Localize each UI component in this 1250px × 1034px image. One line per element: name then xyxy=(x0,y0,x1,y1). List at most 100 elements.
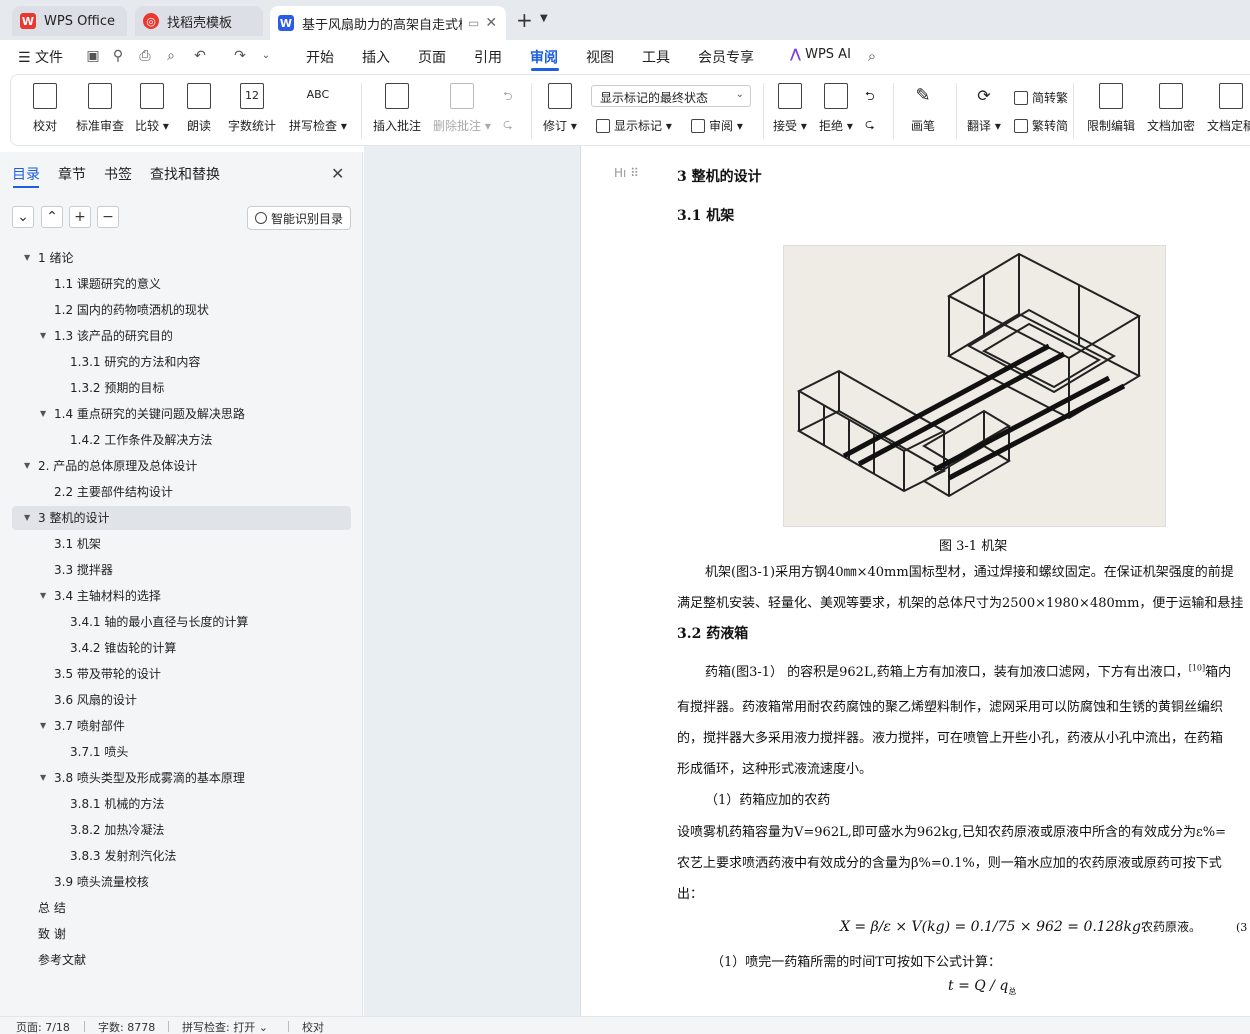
toc-item[interactable]: 致 谢 xyxy=(0,922,363,946)
pen-button[interactable]: ✎ 画笔 xyxy=(911,83,935,134)
toc-item[interactable]: 3.8.1 机械的方法 xyxy=(0,792,363,816)
tab-wps-office[interactable]: W WPS Office xyxy=(12,6,127,36)
track-changes-button[interactable]: 修订 ▾ xyxy=(543,83,577,134)
menu-start[interactable]: 开始 xyxy=(306,47,334,67)
translate-button[interactable]: ⟳ 翻译 ▾ xyxy=(967,83,1001,134)
nav-tab-toc[interactable]: 目录 xyxy=(12,164,40,184)
toc-item[interactable]: 3.4.1 轴的最小直径与长度的计算 xyxy=(0,610,363,634)
nav-tab-find-replace[interactable]: 查找和替换 xyxy=(150,164,220,184)
search-icon[interactable]: ⌕ xyxy=(864,48,880,64)
finalize-button[interactable]: 文档定稿 xyxy=(1207,83,1250,134)
markup-state-select[interactable]: 显示标记的最终状态 ⌄ xyxy=(591,85,751,107)
read-aloud-button[interactable]: 朗读 xyxy=(187,83,211,134)
new-tab-icon[interactable]: + xyxy=(516,8,533,32)
toc-item[interactable]: 1.1 课题研究的意义 xyxy=(0,272,363,296)
toc-item[interactable]: 3.5 带及带轮的设计 xyxy=(0,662,363,686)
encrypt-button[interactable]: 文档加密 xyxy=(1147,83,1195,134)
menu-insert[interactable]: 插入 xyxy=(362,47,390,67)
menu-reference[interactable]: 引用 xyxy=(474,47,502,67)
page-indicator[interactable]: 页面: 7/18 xyxy=(16,1019,70,1034)
expand-arrow-icon[interactable]: ▼ xyxy=(40,766,46,790)
expand-arrow-icon[interactable]: ▼ xyxy=(40,324,46,348)
delete-comment-button[interactable]: 删除批注 ▾ xyxy=(433,83,491,134)
nav-tab-sections[interactable]: 章节 xyxy=(58,164,86,184)
nav-tab-bookmarks[interactable]: 书签 xyxy=(104,164,132,184)
review-pane-button[interactable]: 审阅 ▾ xyxy=(691,117,743,134)
undo-icon[interactable]: ↶ xyxy=(192,48,208,64)
toc-item[interactable]: 1.2 国内的药物喷洒机的现状 xyxy=(0,298,363,322)
menu-review[interactable]: 审阅 xyxy=(530,47,558,67)
prev-comment-icon[interactable]: ⮌ xyxy=(503,87,513,108)
expand-arrow-icon[interactable]: ▼ xyxy=(24,454,30,478)
smart-toc-button[interactable]: 智能识别目录 xyxy=(247,206,351,230)
collapse-all-icon[interactable]: ⌃ xyxy=(41,206,63,228)
accept-button[interactable]: 接受 ▾ xyxy=(773,83,807,134)
close-icon[interactable]: ✕ xyxy=(331,164,344,183)
prev-change-icon[interactable]: ⮌ xyxy=(865,87,875,108)
toc-item[interactable]: ▼ 2. 产品的总体原理及总体设计 xyxy=(0,454,363,478)
word-count-indicator[interactable]: 字数: 8778 xyxy=(98,1019,155,1034)
show-markup-button[interactable]: 显示标记 ▾ xyxy=(596,117,672,134)
expand-arrow-icon[interactable]: ▼ xyxy=(24,506,30,530)
insert-comment-button[interactable]: 插入批注 xyxy=(373,83,421,134)
print-icon[interactable]: ⎙ xyxy=(137,48,153,64)
chevron-down-icon[interactable]: ▼ xyxy=(540,13,548,24)
spell-check-button[interactable]: ABC 拼写检查 ▾ xyxy=(289,83,347,134)
save-icon[interactable]: ▣ xyxy=(85,48,101,64)
expand-arrow-icon[interactable]: ▼ xyxy=(40,714,46,738)
toc-item[interactable]: 3.4.2 锥齿轮的计算 xyxy=(0,636,363,660)
next-change-icon[interactable]: ⮎ xyxy=(865,115,875,136)
toc-item[interactable]: 2.2 主要部件结构设计 xyxy=(0,480,363,504)
tab-document[interactable]: W 基于风扇助力的高架自走式棉花 ▭ ✕ xyxy=(270,6,506,40)
menu-member[interactable]: 会员专享 xyxy=(698,47,754,67)
toc-item[interactable]: ▼ 3.4 主轴材料的选择 xyxy=(0,584,363,608)
proof-indicator[interactable]: 校对 xyxy=(302,1019,324,1034)
toc-item[interactable]: ▼ 3 整机的设计 xyxy=(12,506,351,530)
add-heading-icon[interactable]: + xyxy=(69,206,91,228)
toc-item[interactable]: ▼ 1.3 该产品的研究目的 xyxy=(0,324,363,348)
word-count-button[interactable]: 12 字数统计 xyxy=(228,83,276,134)
reject-button[interactable]: 拒绝 ▾ xyxy=(819,83,853,134)
toc-item[interactable]: ▼ 3.7 喷射部件 xyxy=(0,714,363,738)
toc-item[interactable]: ▼ 1.4 重点研究的关键问题及解决思路 xyxy=(0,402,363,426)
menu-view[interactable]: 视图 xyxy=(586,47,614,67)
expand-arrow-icon[interactable]: ▼ xyxy=(40,402,46,426)
toc-item[interactable]: 1.3.1 研究的方法和内容 xyxy=(0,350,363,374)
proofread-button[interactable]: 校对 xyxy=(33,83,57,134)
toc-item[interactable]: 1.3.2 预期的目标 xyxy=(0,376,363,400)
menu-tools[interactable]: 工具 xyxy=(642,47,670,67)
toc-item[interactable]: 3.3 搅拌器 xyxy=(0,558,363,582)
compare-button[interactable]: 比较 ▾ xyxy=(135,83,169,134)
restrict-edit-button[interactable]: 限制编辑 xyxy=(1087,83,1135,134)
to-simplified-button[interactable]: 繁转简 xyxy=(1014,117,1068,134)
toc-item[interactable]: 3.7.1 喷头 xyxy=(0,740,363,764)
toc-item[interactable]: 3.1 机架 xyxy=(0,532,363,556)
close-icon[interactable]: ✕ xyxy=(485,15,497,31)
citation[interactable]: [10] xyxy=(1189,664,1205,673)
toc-item[interactable]: 1.4.2 工作条件及解决方法 xyxy=(0,428,363,452)
toc-item[interactable]: 参考文献 xyxy=(0,948,363,972)
to-traditional-button[interactable]: 简转繁 xyxy=(1014,89,1068,106)
menu-file[interactable]: ☰ 文件 xyxy=(18,47,63,67)
menu-page[interactable]: 页面 xyxy=(418,47,446,67)
standard-review-button[interactable]: 标准审查 xyxy=(76,83,124,134)
print-preview-icon[interactable]: ⌕ xyxy=(163,48,179,64)
drag-handle-icon[interactable]: Hı ⠿ xyxy=(614,166,639,180)
toc-item[interactable]: 3.6 风扇的设计 xyxy=(0,688,363,712)
toc-item[interactable]: ▼ 1 绪论 xyxy=(0,246,363,270)
expand-arrow-icon[interactable]: ▼ xyxy=(24,246,30,270)
screen-icon[interactable]: ▭ xyxy=(468,16,479,30)
expand-all-icon[interactable]: ⌄ xyxy=(12,206,34,228)
toc-item[interactable]: ▼ 3.8 喷头类型及形成雾滴的基本原理 xyxy=(0,766,363,790)
wps-ai-button[interactable]: ⋀ WPS AI xyxy=(790,47,851,62)
toc-item[interactable]: 3.9 喷头流量校核 xyxy=(0,870,363,894)
redo-icon[interactable]: ↷ xyxy=(232,48,248,64)
remove-heading-icon[interactable]: − xyxy=(97,206,119,228)
toc-item[interactable]: 总 结 xyxy=(0,896,363,920)
tab-docer[interactable]: ◎ 找稻壳模板 xyxy=(135,6,263,36)
spell-check-indicator[interactable]: 拼写检查: 打开 ⌄ xyxy=(182,1019,268,1034)
share-icon[interactable]: ⚲ xyxy=(110,48,126,64)
expand-arrow-icon[interactable]: ▼ xyxy=(40,584,46,608)
toc-item[interactable]: 3.8.2 加热冷凝法 xyxy=(0,818,363,842)
toc-item[interactable]: 3.8.3 发射剂汽化法 xyxy=(0,844,363,868)
